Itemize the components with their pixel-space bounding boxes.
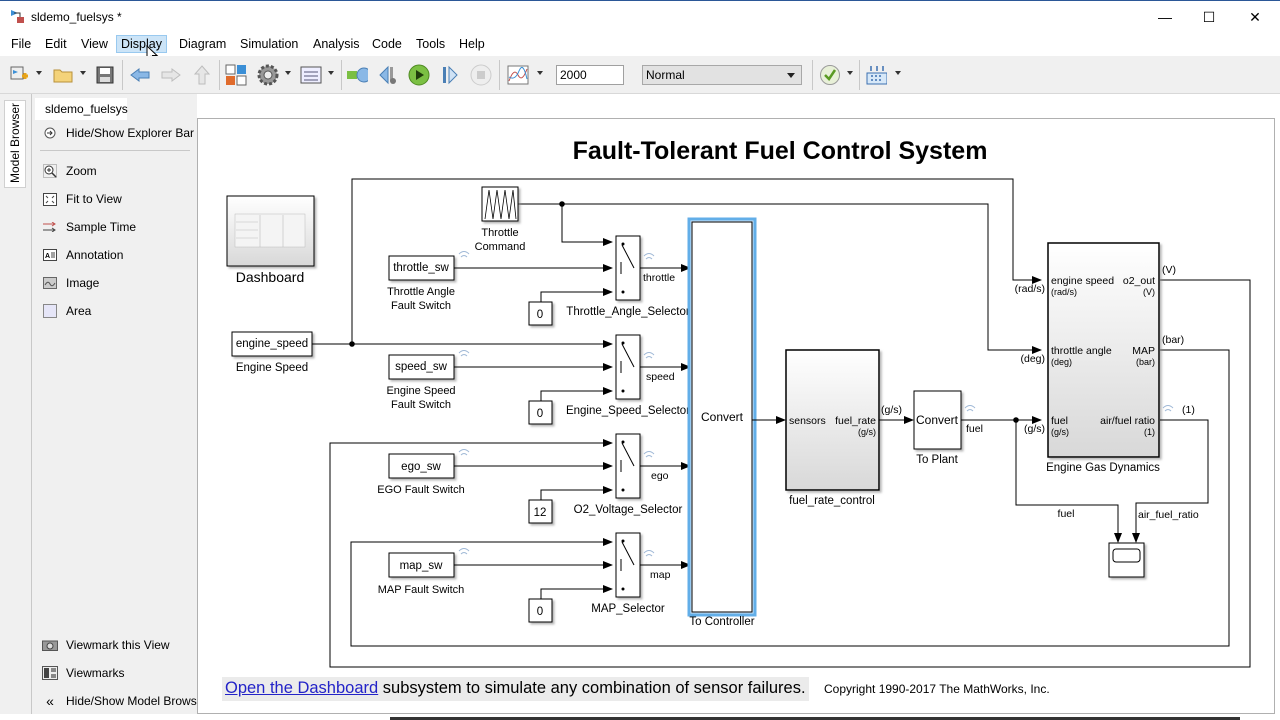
throttle-command-block[interactable] — [481, 186, 519, 222]
scope-fuel-label: fuel — [1058, 508, 1075, 520]
engine-gas-dynamics-label: Engine Gas Dynamics — [1046, 462, 1160, 474]
ego-selector-label: O2_Voltage_Selector — [574, 504, 683, 516]
throttle-command-label-2: Command — [475, 241, 526, 253]
o2-voltage-selector[interactable] — [615, 433, 641, 499]
engine-speed-selector[interactable] — [615, 334, 641, 400]
frc-output-unit: (g/s) — [858, 427, 876, 437]
fuel-rate-control-label: fuel_rate_control — [789, 495, 875, 507]
block-diagram: Fault-Tolerant Fuel Control System Dashb… — [226, 137, 1251, 668]
constant-ego-text: 12 — [534, 507, 547, 519]
signal-speed-label: speed — [646, 371, 675, 383]
diagram-title: Fault-Tolerant Fuel Control System — [573, 137, 988, 165]
map-selector[interactable] — [615, 532, 641, 598]
to-plant-label: To Plant — [916, 454, 958, 466]
line-unit-v: (V) — [1162, 264, 1176, 276]
signal-throttle-label: throttle — [643, 272, 675, 284]
egd-out-map: MAP — [1132, 345, 1155, 357]
signal-map-label: map — [650, 569, 671, 581]
throttle-sw-text: throttle_sw — [393, 262, 449, 274]
scope-afr-label: air_fuel_ratio — [1138, 509, 1199, 521]
map-sw-label: MAP Fault Switch — [378, 584, 465, 596]
frc-output-port: fuel_rate — [835, 415, 876, 427]
status-bar — [0, 714, 1280, 720]
line-unit-1: (1) — [1182, 404, 1195, 416]
to-controller-text: Convert — [701, 410, 744, 424]
throttle-sw-label-2: Fault Switch — [391, 300, 451, 312]
egd-out-afr: air/fuel ratio — [1100, 415, 1155, 427]
constant-speed-text: 0 — [537, 408, 543, 420]
open-dashboard-link[interactable]: Open the Dashboard — [225, 679, 378, 697]
line-unit-deg: (deg) — [1020, 353, 1045, 365]
to-plant-text: Convert — [916, 413, 959, 427]
speed-sw-text: speed_sw — [395, 361, 447, 373]
speed-selector-label: Engine_Speed_Selector — [566, 405, 690, 417]
egd-in-throttle-angle-unit: (deg) — [1051, 357, 1072, 367]
speed-sw-label-1: Engine Speed — [386, 385, 455, 397]
egd-out-afr-unit: (1) — [1144, 427, 1155, 437]
dashboard-block[interactable] — [226, 195, 315, 267]
egd-in-fuel-unit: (g/s) — [1051, 427, 1069, 437]
throttle-angle-selector[interactable] — [615, 235, 641, 301]
scope-block[interactable] — [1108, 542, 1145, 578]
annotation-text: subsystem to simulate any combination of… — [378, 679, 806, 697]
engine-speed-label: Engine Speed — [236, 362, 308, 374]
signal-fuel-label: fuel — [966, 423, 983, 435]
speed-sw-label-2: Fault Switch — [391, 399, 451, 411]
throttle-selector-label: Throttle_Angle_Selector — [566, 306, 690, 318]
ego-sw-label: EGO Fault Switch — [377, 484, 464, 496]
engine-speed-block-text: engine_speed — [236, 338, 308, 350]
dashboard-label: Dashboard — [236, 269, 305, 285]
egd-out-o2: o2_out — [1123, 275, 1155, 287]
egd-out-o2-unit: (V) — [1143, 287, 1155, 297]
copyright-text: Copyright 1990-2017 The MathWorks, Inc. — [824, 682, 1050, 696]
throttle-command-line — [518, 203, 1042, 354]
constant-throttle-text: 0 — [537, 309, 543, 321]
throttle-command-label-1: Throttle — [481, 227, 518, 239]
egd-in-throttle-angle: throttle angle — [1051, 345, 1112, 357]
line-unit-rad-s: (rad/s) — [1015, 283, 1045, 295]
to-controller-label: To Controller — [689, 616, 754, 628]
map-selector-label: MAP_Selector — [591, 603, 665, 615]
ego-sw-text: ego_sw — [401, 461, 441, 473]
dashboard-annotation: Open the Dashboard subsystem to simulate… — [222, 677, 809, 701]
map-sw-text: map_sw — [400, 560, 444, 572]
frc-input-port: sensors — [789, 415, 826, 427]
throttle-sw-label-1: Throttle Angle — [387, 286, 455, 298]
line-unit-bar: (bar) — [1162, 334, 1184, 346]
signal-ego-label: ego — [651, 470, 669, 482]
constant-map-text: 0 — [537, 606, 543, 618]
frc-line-unit: (g/s) — [881, 404, 902, 416]
egd-in-fuel: fuel — [1051, 415, 1068, 427]
egd-out-map-unit: (bar) — [1136, 357, 1155, 367]
egd-in-engine-speed-unit: (rad/s) — [1051, 287, 1077, 297]
egd-in-engine-speed: engine speed — [1051, 275, 1114, 287]
line-unit-g-s: (g/s) — [1024, 423, 1045, 435]
